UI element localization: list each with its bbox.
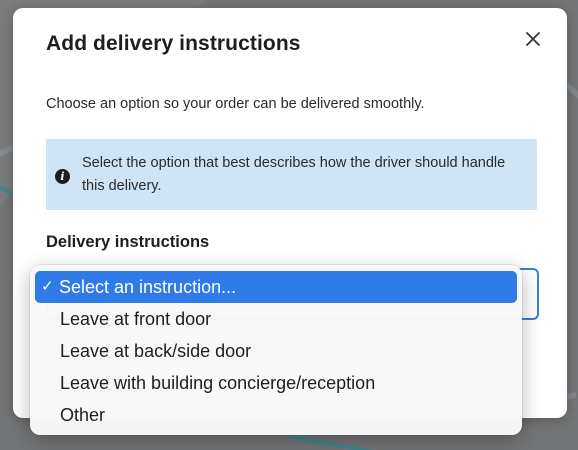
delivery-instructions-dropdown: ✓ Select an instruction... Leave at fron… [30,265,522,435]
option-label: Leave at back/side door [60,341,252,361]
modal-title: Add delivery instructions [46,32,301,55]
info-text: Select the option that best describes ho… [82,155,506,194]
option-label: Leave at front door [60,309,212,329]
map-road [289,435,409,450]
info-callout: i Select the option that best describes … [46,139,537,210]
option-label: Other [60,405,106,425]
option-label: Select an instruction... [59,277,237,297]
close-icon [526,32,540,46]
close-button[interactable] [520,26,546,52]
dropdown-option-concierge[interactable]: Leave with building concierge/reception [35,367,517,399]
dropdown-option-front-door[interactable]: Leave at front door [35,303,517,335]
dropdown-option-other[interactable]: Other [35,399,517,431]
delivery-instructions-label: Delivery instructions [46,233,210,251]
dropdown-option-select-instruction[interactable]: ✓ Select an instruction... [35,271,517,303]
modal-subtitle: Choose an option so your order can be de… [46,96,425,112]
dropdown-option-back-side-door[interactable]: Leave at back/side door [35,335,517,367]
check-icon: ✓ [41,278,54,295]
option-label: Leave with building concierge/reception [60,373,376,393]
info-icon: i [55,169,70,184]
